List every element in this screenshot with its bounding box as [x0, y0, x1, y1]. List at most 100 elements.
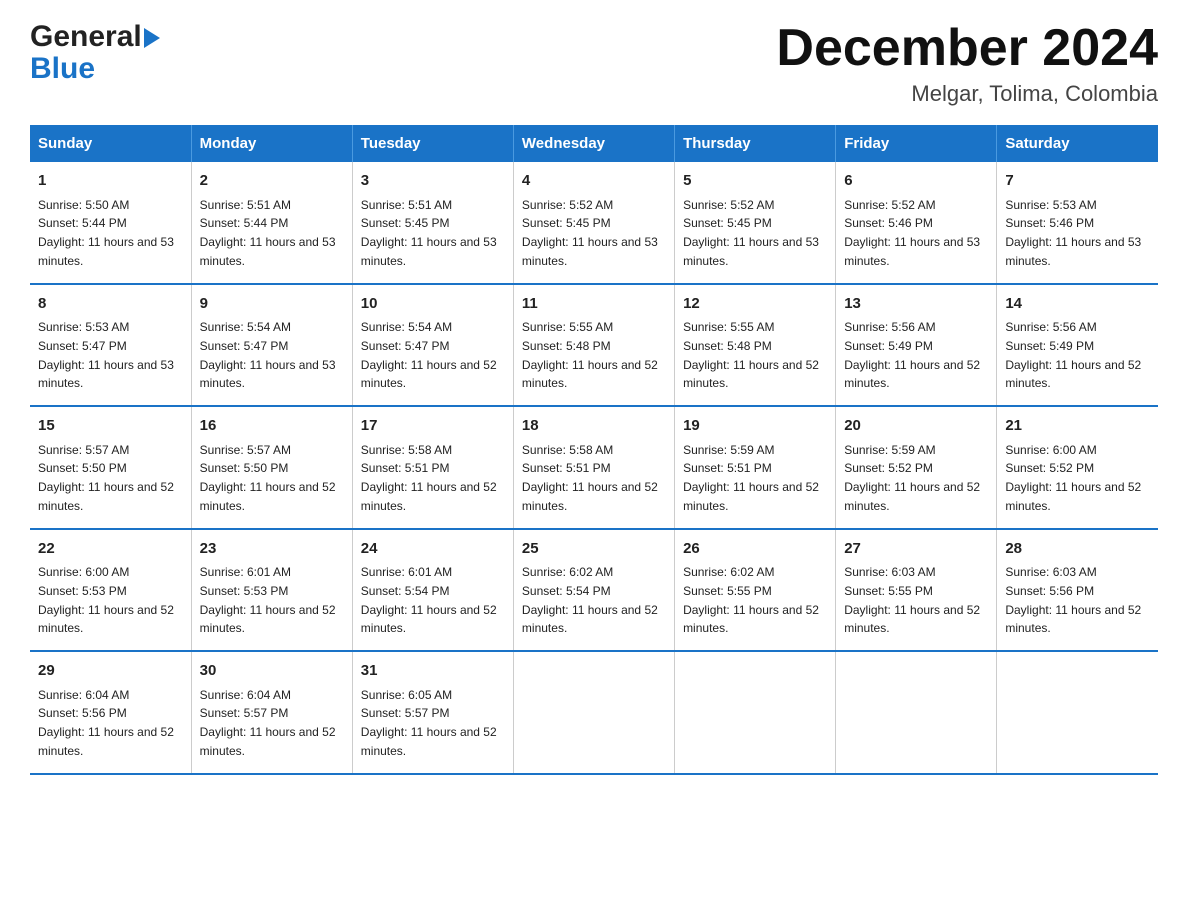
day-number: 4 [522, 170, 666, 193]
title-area: December 2024 Melgar, Tolima, Colombia [776, 20, 1158, 107]
day-info: Sunrise: 5:57 AMSunset: 5:50 PMDaylight:… [38, 443, 174, 513]
calendar-week-row: 1 Sunrise: 5:50 AMSunset: 5:44 PMDayligh… [30, 162, 1158, 284]
day-number: 7 [1005, 170, 1150, 193]
col-tuesday: Tuesday [352, 125, 513, 162]
table-row: 8 Sunrise: 5:53 AMSunset: 5:47 PMDayligh… [30, 284, 191, 407]
col-sunday: Sunday [30, 125, 191, 162]
location-title: Melgar, Tolima, Colombia [776, 81, 1158, 107]
col-thursday: Thursday [675, 125, 836, 162]
table-row: 26 Sunrise: 6:02 AMSunset: 5:55 PMDaylig… [675, 529, 836, 652]
day-info: Sunrise: 5:58 AMSunset: 5:51 PMDaylight:… [522, 443, 658, 513]
day-info: Sunrise: 5:54 AMSunset: 5:47 PMDaylight:… [200, 320, 336, 390]
table-row: 2 Sunrise: 5:51 AMSunset: 5:44 PMDayligh… [191, 162, 352, 284]
day-info: Sunrise: 6:01 AMSunset: 5:53 PMDaylight:… [200, 565, 336, 635]
table-row: 9 Sunrise: 5:54 AMSunset: 5:47 PMDayligh… [191, 284, 352, 407]
day-number: 23 [200, 538, 344, 561]
day-number: 20 [844, 415, 988, 438]
logo-general-text: General [30, 20, 142, 54]
day-number: 24 [361, 538, 505, 561]
day-number: 6 [844, 170, 988, 193]
table-row: 5 Sunrise: 5:52 AMSunset: 5:45 PMDayligh… [675, 162, 836, 284]
table-row: 4 Sunrise: 5:52 AMSunset: 5:45 PMDayligh… [513, 162, 674, 284]
table-row [836, 651, 997, 774]
table-row: 16 Sunrise: 5:57 AMSunset: 5:50 PMDaylig… [191, 406, 352, 529]
day-number: 1 [38, 170, 183, 193]
table-row: 18 Sunrise: 5:58 AMSunset: 5:51 PMDaylig… [513, 406, 674, 529]
day-number: 12 [683, 293, 827, 316]
day-number: 16 [200, 415, 344, 438]
day-number: 27 [844, 538, 988, 561]
day-info: Sunrise: 6:04 AMSunset: 5:56 PMDaylight:… [38, 688, 174, 758]
day-info: Sunrise: 6:02 AMSunset: 5:54 PMDaylight:… [522, 565, 658, 635]
day-number: 31 [361, 660, 505, 683]
day-info: Sunrise: 5:56 AMSunset: 5:49 PMDaylight:… [844, 320, 980, 390]
table-row: 28 Sunrise: 6:03 AMSunset: 5:56 PMDaylig… [997, 529, 1158, 652]
day-info: Sunrise: 5:52 AMSunset: 5:45 PMDaylight:… [683, 198, 819, 268]
day-number: 29 [38, 660, 183, 683]
day-number: 17 [361, 415, 505, 438]
day-info: Sunrise: 5:51 AMSunset: 5:44 PMDaylight:… [200, 198, 336, 268]
logo: General Blue [30, 20, 160, 86]
day-number: 28 [1005, 538, 1150, 561]
table-row: 23 Sunrise: 6:01 AMSunset: 5:53 PMDaylig… [191, 529, 352, 652]
day-info: Sunrise: 5:59 AMSunset: 5:52 PMDaylight:… [844, 443, 980, 513]
table-row: 30 Sunrise: 6:04 AMSunset: 5:57 PMDaylig… [191, 651, 352, 774]
day-info: Sunrise: 5:54 AMSunset: 5:47 PMDaylight:… [361, 320, 497, 390]
table-row: 15 Sunrise: 5:57 AMSunset: 5:50 PMDaylig… [30, 406, 191, 529]
logo-arrow-icon [144, 28, 160, 48]
day-info: Sunrise: 5:52 AMSunset: 5:46 PMDaylight:… [844, 198, 980, 268]
table-row: 10 Sunrise: 5:54 AMSunset: 5:47 PMDaylig… [352, 284, 513, 407]
table-row: 27 Sunrise: 6:03 AMSunset: 5:55 PMDaylig… [836, 529, 997, 652]
day-info: Sunrise: 6:00 AMSunset: 5:53 PMDaylight:… [38, 565, 174, 635]
day-info: Sunrise: 5:57 AMSunset: 5:50 PMDaylight:… [200, 443, 336, 513]
day-number: 10 [361, 293, 505, 316]
day-info: Sunrise: 6:01 AMSunset: 5:54 PMDaylight:… [361, 565, 497, 635]
table-row: 3 Sunrise: 5:51 AMSunset: 5:45 PMDayligh… [352, 162, 513, 284]
table-row: 1 Sunrise: 5:50 AMSunset: 5:44 PMDayligh… [30, 162, 191, 284]
month-title: December 2024 [776, 20, 1158, 77]
col-saturday: Saturday [997, 125, 1158, 162]
days-of-week-row: Sunday Monday Tuesday Wednesday Thursday… [30, 125, 1158, 162]
day-number: 2 [200, 170, 344, 193]
table-row [675, 651, 836, 774]
table-row: 7 Sunrise: 5:53 AMSunset: 5:46 PMDayligh… [997, 162, 1158, 284]
calendar-week-row: 22 Sunrise: 6:00 AMSunset: 5:53 PMDaylig… [30, 529, 1158, 652]
day-info: Sunrise: 5:50 AMSunset: 5:44 PMDaylight:… [38, 198, 174, 268]
table-row: 25 Sunrise: 6:02 AMSunset: 5:54 PMDaylig… [513, 529, 674, 652]
day-number: 13 [844, 293, 988, 316]
day-info: Sunrise: 6:03 AMSunset: 5:56 PMDaylight:… [1005, 565, 1141, 635]
day-info: Sunrise: 5:58 AMSunset: 5:51 PMDaylight:… [361, 443, 497, 513]
day-number: 15 [38, 415, 183, 438]
table-row: 17 Sunrise: 5:58 AMSunset: 5:51 PMDaylig… [352, 406, 513, 529]
day-number: 26 [683, 538, 827, 561]
day-number: 5 [683, 170, 827, 193]
day-info: Sunrise: 6:02 AMSunset: 5:55 PMDaylight:… [683, 565, 819, 635]
col-monday: Monday [191, 125, 352, 162]
calendar-week-row: 29 Sunrise: 6:04 AMSunset: 5:56 PMDaylig… [30, 651, 1158, 774]
table-row: 11 Sunrise: 5:55 AMSunset: 5:48 PMDaylig… [513, 284, 674, 407]
table-row: 31 Sunrise: 6:05 AMSunset: 5:57 PMDaylig… [352, 651, 513, 774]
day-info: Sunrise: 6:05 AMSunset: 5:57 PMDaylight:… [361, 688, 497, 758]
day-info: Sunrise: 5:55 AMSunset: 5:48 PMDaylight:… [522, 320, 658, 390]
table-row: 21 Sunrise: 6:00 AMSunset: 5:52 PMDaylig… [997, 406, 1158, 529]
day-number: 22 [38, 538, 183, 561]
table-row: 6 Sunrise: 5:52 AMSunset: 5:46 PMDayligh… [836, 162, 997, 284]
logo-blue-text: Blue [30, 52, 160, 86]
table-row: 29 Sunrise: 6:04 AMSunset: 5:56 PMDaylig… [30, 651, 191, 774]
day-number: 11 [522, 293, 666, 316]
table-row: 24 Sunrise: 6:01 AMSunset: 5:54 PMDaylig… [352, 529, 513, 652]
table-row [997, 651, 1158, 774]
day-number: 18 [522, 415, 666, 438]
day-info: Sunrise: 6:00 AMSunset: 5:52 PMDaylight:… [1005, 443, 1141, 513]
calendar-week-row: 8 Sunrise: 5:53 AMSunset: 5:47 PMDayligh… [30, 284, 1158, 407]
day-info: Sunrise: 5:55 AMSunset: 5:48 PMDaylight:… [683, 320, 819, 390]
day-info: Sunrise: 5:56 AMSunset: 5:49 PMDaylight:… [1005, 320, 1141, 390]
day-number: 14 [1005, 293, 1150, 316]
day-info: Sunrise: 5:52 AMSunset: 5:45 PMDaylight:… [522, 198, 658, 268]
calendar-body: 1 Sunrise: 5:50 AMSunset: 5:44 PMDayligh… [30, 162, 1158, 774]
page-header: General Blue December 2024 Melgar, Tolim… [30, 20, 1158, 107]
calendar-header: Sunday Monday Tuesday Wednesday Thursday… [30, 125, 1158, 162]
calendar-week-row: 15 Sunrise: 5:57 AMSunset: 5:50 PMDaylig… [30, 406, 1158, 529]
col-wednesday: Wednesday [513, 125, 674, 162]
calendar-table: Sunday Monday Tuesday Wednesday Thursday… [30, 125, 1158, 775]
